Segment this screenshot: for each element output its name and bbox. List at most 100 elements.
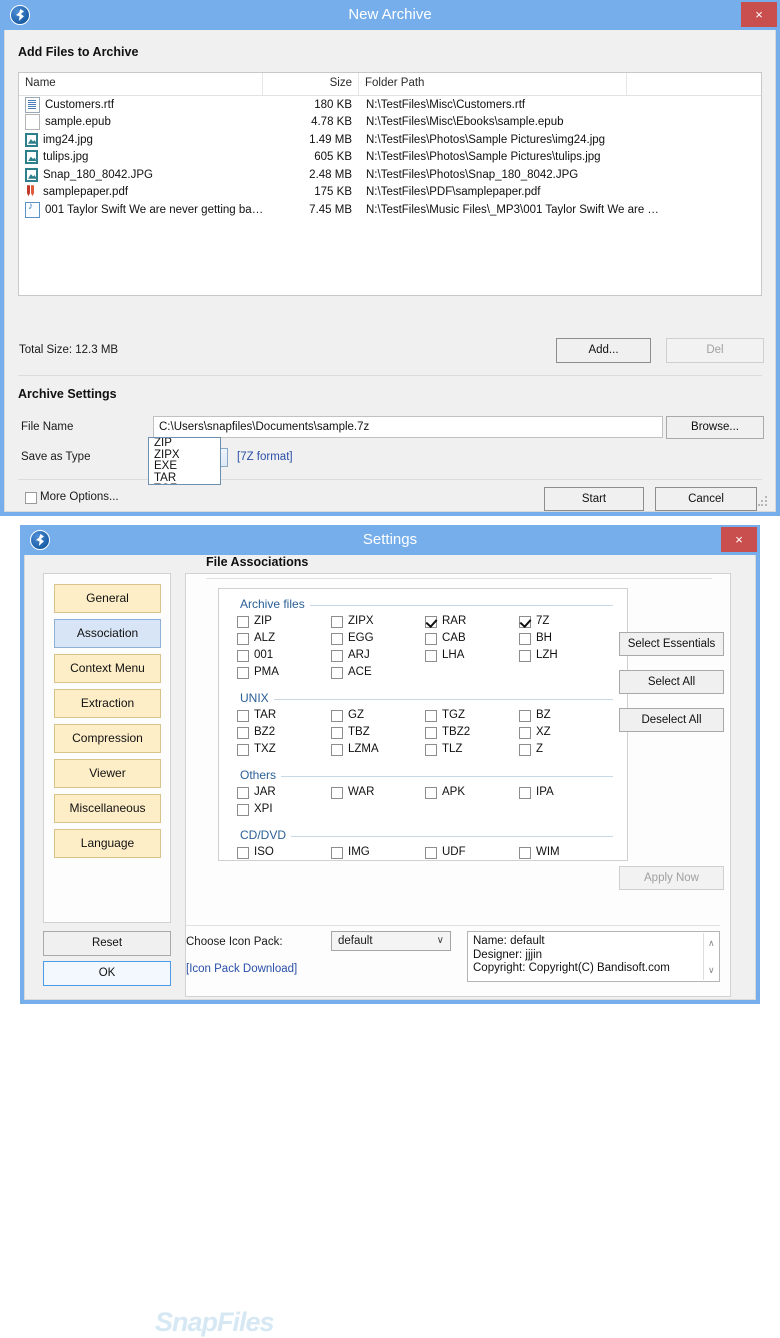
save-as-type-dropdown-list[interactable]: ZIPZIPXEXETARTGZ (148, 437, 221, 485)
checkbox-box[interactable] (331, 787, 343, 799)
sidebar-item-viewer[interactable]: Viewer (54, 759, 161, 788)
sidebar-item-general[interactable]: General (54, 584, 161, 613)
close-icon[interactable]: × (741, 2, 777, 27)
sidebar-item-compression[interactable]: Compression (54, 724, 161, 753)
browse-button[interactable]: Browse... (666, 416, 764, 439)
file-list-header: Name Size Folder Path (19, 73, 761, 96)
checkbox-box[interactable] (331, 650, 343, 662)
checkbox-box[interactable] (519, 710, 531, 722)
table-row[interactable]: Customers.rtf 180 KB N:\TestFiles\Misc\Cus… (19, 96, 761, 114)
sidebar-item-language[interactable]: Language (54, 829, 161, 858)
icon-pack-value: default (338, 935, 373, 947)
checkbox-label: Z (536, 743, 544, 755)
file-list[interactable]: Name Size Folder Path Customers.rtf 180 K… (18, 72, 762, 296)
checkbox-box[interactable] (425, 633, 437, 645)
checkbox-box[interactable] (519, 633, 531, 645)
checkbox-box[interactable] (237, 847, 249, 859)
file-name-cell: 001 Taylor Swift We are never getting ba… (19, 201, 263, 218)
checkbox-label: XZ (536, 726, 551, 738)
checkbox-box[interactable] (425, 650, 437, 662)
image-file-icon (25, 167, 38, 182)
checkbox-box[interactable] (331, 633, 343, 645)
table-row[interactable]: img24.jpg 1.49 MB N:\TestFiles\Photos\Samp… (19, 131, 761, 149)
sidebar-item-extraction[interactable]: Extraction (54, 689, 161, 718)
icon-pack-download-link[interactable]: [Icon Pack Download] (186, 963, 297, 975)
more-options-checkbox[interactable] (25, 492, 37, 504)
checkbox-label: LZMA (348, 743, 379, 755)
checkbox-label: APK (442, 786, 466, 798)
checkbox-box[interactable] (519, 744, 531, 756)
start-button[interactable]: Start (544, 487, 644, 511)
checkbox-box[interactable] (425, 744, 437, 756)
file-path-cell: N:\TestFiles\Music Files\_MP3\001 Taylor… (366, 203, 659, 216)
archive-client-area: Add Files to Archive Name Size Folder Pa… (4, 30, 776, 512)
ok-button[interactable]: OK (43, 961, 171, 986)
checkbox-label: ISO (254, 846, 274, 858)
table-row[interactable]: Snap_180_8042.JPG 2.48 MB N:\TestFiles\Pho… (19, 166, 761, 184)
file-path-cell: N:\TestFiles\Photos\Sample Pictures\tuli… (366, 151, 601, 164)
group-title-archive-files: Archive files (235, 597, 310, 611)
file-path-cell: N:\TestFiles\PDF\samplepaper.pdf (366, 186, 541, 199)
file-name-text: tulips.jpg (43, 151, 89, 164)
checkbox-box[interactable] (519, 727, 531, 739)
checkbox-box[interactable] (519, 787, 531, 799)
column-header-name[interactable]: Name (19, 73, 263, 95)
scroll-up-icon[interactable]: ∧ (708, 937, 715, 951)
pdf-file-icon (25, 185, 38, 199)
checkbox-box[interactable] (425, 847, 437, 859)
icon-pack-info-line: Copyright: Copyright(C) Bandisoft.com (473, 962, 670, 974)
cancel-button[interactable]: Cancel (655, 487, 757, 511)
checkbox-box[interactable] (425, 787, 437, 799)
column-header-extra[interactable] (627, 73, 761, 95)
dropdown-option[interactable]: ZIP (149, 438, 220, 450)
format-link[interactable]: [7Z format] (237, 451, 293, 463)
select-all-button[interactable]: Select All (619, 670, 724, 694)
checkbox-box[interactable] (331, 847, 343, 859)
checkbox-box[interactable] (331, 667, 343, 679)
table-row[interactable]: samplepaper.pdf 175 KB N:\TestFiles\PDF\sa… (19, 184, 761, 202)
table-row[interactable]: 001 Taylor Swift We are never getting ba… (19, 201, 761, 219)
settings-nav-panel: General Association Context Menu Extraction… (43, 573, 171, 923)
table-row[interactable]: sample.epub 4.78 KB N:\TestFiles\Misc\Eboo… (19, 114, 761, 132)
checkbox-box[interactable] (425, 710, 437, 722)
checkbox-box[interactable] (331, 616, 343, 628)
checkbox-box[interactable] (331, 744, 343, 756)
add-button[interactable]: Add... (556, 338, 651, 363)
icon-pack-scrollbar[interactable]: ∧ ∨ (703, 933, 718, 980)
checkbox-box[interactable] (519, 847, 531, 859)
checkbox-box[interactable] (237, 633, 249, 645)
checkbox-box[interactable] (519, 616, 531, 628)
column-header-size[interactable]: Size (263, 73, 359, 95)
file-name-input[interactable] (153, 416, 663, 438)
chevron-down-icon: ∨ (436, 935, 444, 946)
file-size-cell: 605 KB (314, 151, 352, 164)
sidebar-item-context-menu[interactable]: Context Menu (54, 654, 161, 683)
checkbox-box[interactable] (237, 710, 249, 722)
checkbox-box[interactable] (237, 804, 249, 816)
checkbox-box[interactable] (237, 667, 249, 679)
icon-pack-combo[interactable]: default ∨ (331, 931, 451, 951)
checkbox-box[interactable] (519, 650, 531, 662)
scroll-down-icon[interactable]: ∨ (708, 964, 715, 978)
reset-button[interactable]: Reset (43, 931, 171, 956)
checkbox-box[interactable] (237, 787, 249, 799)
checkbox-box[interactable] (237, 650, 249, 662)
sidebar-item-miscellaneous[interactable]: Miscellaneous (54, 794, 161, 823)
more-options-label[interactable]: More Options... (40, 491, 119, 503)
dropdown-option[interactable]: TGZ (154, 484, 177, 485)
checkbox-box[interactable] (237, 744, 249, 756)
select-essentials-button[interactable]: Select Essentials (619, 632, 724, 656)
deselect-all-button[interactable]: Deselect All (619, 708, 724, 732)
checkbox-box[interactable] (425, 727, 437, 739)
file-name-cell: img24.jpg (19, 132, 263, 147)
checkbox-box[interactable] (237, 616, 249, 628)
column-header-folder-path[interactable]: Folder Path (359, 73, 627, 95)
sidebar-item-association[interactable]: Association (54, 619, 161, 648)
resize-grip[interactable] (758, 496, 768, 506)
checkbox-box[interactable] (331, 710, 343, 722)
checkbox-box[interactable] (331, 727, 343, 739)
table-row[interactable]: tulips.jpg 605 KB N:\TestFiles\Photos\Samp… (19, 149, 761, 167)
checkbox-box[interactable] (237, 727, 249, 739)
close-icon[interactable]: × (721, 527, 757, 552)
checkbox-box[interactable] (425, 616, 437, 628)
